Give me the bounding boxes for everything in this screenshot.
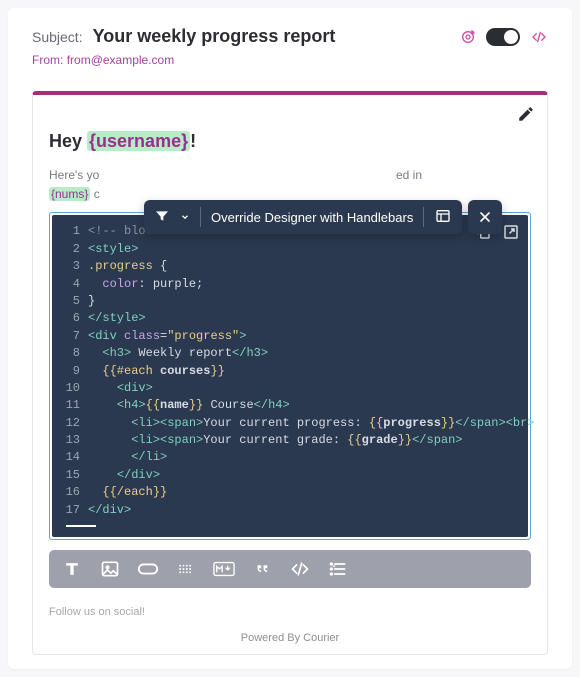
chevron-down-icon[interactable]	[180, 210, 190, 225]
code-line[interactable]: 17</div>	[58, 502, 518, 519]
line-number: 7	[58, 328, 80, 345]
line-number: 3	[58, 258, 80, 275]
line-number: 2	[58, 241, 80, 258]
line-number: 12	[58, 415, 80, 432]
filter-icon[interactable]	[154, 208, 170, 227]
code-line[interactable]: 14 </li>	[58, 449, 518, 466]
code-cursor	[66, 525, 96, 527]
code-line[interactable]: 15 </div>	[58, 467, 518, 484]
email-canvas[interactable]: Hey {username}! Here's yo ed in {nums} c	[32, 91, 548, 655]
toggle-switch[interactable]	[486, 28, 520, 46]
code-line[interactable]: 6</style>	[58, 310, 518, 327]
markdown-block-icon[interactable]	[213, 558, 235, 580]
button-block-icon[interactable]	[137, 558, 159, 580]
line-number: 11	[58, 397, 80, 414]
greeting-suffix: !	[190, 131, 196, 151]
context-toolbar: Override Designer with Handlebars	[144, 200, 462, 234]
footer-social: Follow us on social!	[49, 606, 531, 618]
code-editor[interactable]: 1<!-- block title -->2<style>3.progress …	[52, 215, 528, 537]
code-line[interactable]: 16 {{/each}}	[58, 484, 518, 501]
close-button[interactable]	[468, 200, 502, 234]
quote-block-icon[interactable]	[251, 558, 273, 580]
target-icon[interactable]	[460, 29, 476, 45]
variable-pill-username[interactable]: {username}	[87, 131, 190, 151]
line-number: 14	[58, 449, 80, 466]
line-number: 17	[58, 502, 80, 519]
body-text: Here's yo ed in {nums} c	[49, 166, 531, 204]
code-line[interactable]: 4 color: purple;	[58, 276, 518, 293]
code-line[interactable]: 12 <li><span>Your current progress: {{pr…	[58, 415, 518, 432]
code-line[interactable]: 5}	[58, 293, 518, 310]
subject-label: Subject:	[32, 29, 83, 45]
greeting-line: Hey {username}!	[49, 131, 531, 152]
code-icon[interactable]	[530, 29, 548, 45]
line-number: 15	[58, 467, 80, 484]
override-label[interactable]: Override Designer with Handlebars	[211, 210, 413, 225]
from-value[interactable]: from@example.com	[67, 53, 175, 67]
code-line[interactable]: 10 <div>	[58, 380, 518, 397]
line-number: 8	[58, 345, 80, 362]
code-line[interactable]: 8 <h3> Weekly report</h3>	[58, 345, 518, 362]
line-number: 1	[58, 223, 80, 240]
greeting-prefix: Hey	[49, 131, 87, 151]
line-number: 13	[58, 432, 80, 449]
image-block-icon[interactable]	[99, 558, 121, 580]
body-fragment: c	[90, 187, 99, 201]
code-line[interactable]: 9 {{#each courses}}	[58, 363, 518, 380]
list-block-icon[interactable]	[327, 558, 349, 580]
code-line[interactable]: 7<div class="progress">	[58, 328, 518, 345]
line-number: 16	[58, 484, 80, 501]
code-line[interactable]: 11 <h4>{{name}} Course</h4>	[58, 397, 518, 414]
line-number: 9	[58, 363, 80, 380]
code-line[interactable]: 2<style>	[58, 241, 518, 258]
from-label: From:	[32, 53, 63, 67]
code-editor-frame[interactable]: 1<!-- block title -->2<style>3.progress …	[49, 212, 531, 540]
code-block-icon[interactable]	[289, 558, 311, 580]
code-line[interactable]: 3.progress {	[58, 258, 518, 275]
text-block-icon[interactable]	[61, 558, 83, 580]
line-number: 4	[58, 276, 80, 293]
divider-block-icon[interactable]	[175, 558, 197, 580]
format-toolbar	[49, 550, 531, 588]
line-number: 5	[58, 293, 80, 310]
line-number: 10	[58, 380, 80, 397]
line-number: 6	[58, 310, 80, 327]
code-line[interactable]: 13 <li><span>Your current grade: {{grade…	[58, 432, 518, 449]
subject-value[interactable]: Your weekly progress report	[93, 26, 336, 47]
variable-pill-nums[interactable]: {nums}	[49, 187, 90, 201]
panel-icon[interactable]	[434, 208, 452, 227]
body-fragment: Here's yo	[49, 168, 99, 182]
body-fragment: ed in	[396, 168, 422, 182]
powered-by: Powered By Courier	[49, 632, 531, 644]
expand-icon[interactable]	[502, 223, 520, 245]
edit-icon[interactable]	[517, 105, 535, 128]
